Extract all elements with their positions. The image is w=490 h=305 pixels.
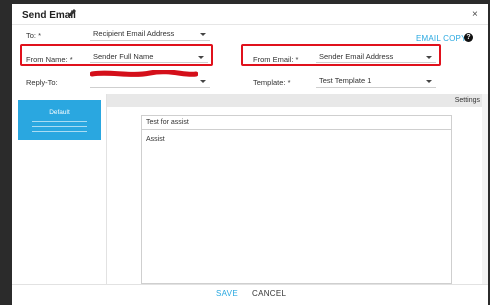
footer-divider xyxy=(12,284,488,285)
cancel-button[interactable]: CANCEL xyxy=(252,289,286,298)
panel-divider xyxy=(106,94,107,284)
to-value: Recipient Email Address xyxy=(93,29,175,38)
close-icon[interactable]: × xyxy=(472,9,478,20)
reply-to-underline xyxy=(90,87,210,88)
reply-to-label: Reply-To: xyxy=(26,78,58,87)
chevron-down-icon xyxy=(426,56,432,59)
card-preview-line xyxy=(32,126,87,127)
header-divider xyxy=(12,24,488,25)
help-icon[interactable]: ? xyxy=(464,33,473,42)
from-email-value: Sender Email Address xyxy=(319,52,394,61)
subject-input[interactable]: Test for assist xyxy=(141,115,452,130)
template-value: Test Template 1 xyxy=(319,76,372,85)
from-name-value: Sender Full Name xyxy=(93,52,154,61)
from-email-underline xyxy=(316,62,436,63)
chevron-down-icon xyxy=(200,33,206,36)
from-email-label: From Email: * xyxy=(253,55,299,64)
email-body-text: Assist xyxy=(146,136,165,143)
card-preview-line xyxy=(32,131,87,132)
from-name-select[interactable]: Sender Full Name xyxy=(90,50,208,63)
save-button[interactable]: SAVE xyxy=(216,289,238,298)
redaction-scribble xyxy=(90,70,198,77)
template-label: Template: * xyxy=(253,78,291,87)
to-label: To: * xyxy=(26,31,42,40)
to-select[interactable]: Recipient Email Address xyxy=(90,26,210,41)
template-card-default[interactable]: Default xyxy=(18,100,101,140)
template-underline xyxy=(316,87,436,88)
settings-bar: Settings xyxy=(107,94,488,107)
from-email-select[interactable]: Sender Email Address xyxy=(316,50,436,63)
scrollbar-track[interactable] xyxy=(482,94,488,284)
email-copy-link[interactable]: EMAIL COPY xyxy=(416,34,467,43)
settings-label[interactable]: Settings xyxy=(455,97,480,104)
subject-text: Test for assist xyxy=(146,119,189,126)
chevron-down-icon xyxy=(198,56,204,59)
email-body-editor[interactable]: Assist xyxy=(141,130,452,284)
template-select[interactable]: Test Template 1 xyxy=(316,73,436,88)
pencil-icon[interactable] xyxy=(67,8,77,18)
from-name-underline xyxy=(90,62,208,63)
to-underline xyxy=(90,40,210,41)
from-name-label: From Name: * xyxy=(26,55,73,64)
card-preview-line xyxy=(32,121,87,122)
template-card-label: Default xyxy=(49,109,70,116)
chevron-down-icon xyxy=(200,80,206,83)
chevron-down-icon xyxy=(426,80,432,83)
